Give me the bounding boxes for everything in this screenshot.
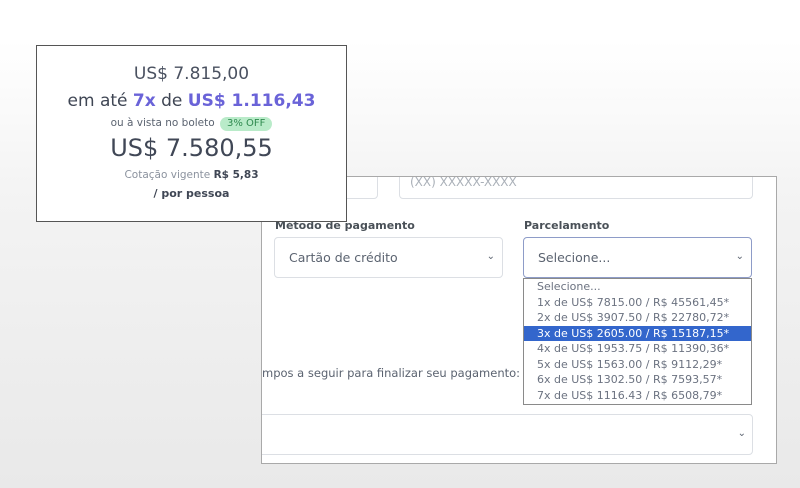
installment-count: 7x [132, 91, 156, 111]
instruction-text: mpos a seguir para finalizar seu pagamen… [262, 366, 521, 380]
dropdown-option[interactable]: Selecione... [524, 279, 751, 295]
installment-prefix: em até [67, 91, 128, 111]
discount-badge: 3% OFF [220, 117, 273, 131]
dropdown-option[interactable]: 7x de US$ 1116.43 / R$ 6508,79* [524, 388, 751, 404]
dropdown-option[interactable]: 4x de US$ 1953.75 / R$ 11390,36* [524, 341, 751, 357]
rate-value: R$ 5,83 [213, 169, 259, 181]
dropdown-option[interactable]: 1x de US$ 7815.00 / R$ 45561,45* [524, 295, 751, 311]
boleto-line: ou à vista no boleto 3% OFF [37, 117, 346, 131]
dropdown-option-highlighted[interactable]: 3x de US$ 2605.00 / R$ 15187,15* [524, 325, 751, 341]
rate-label: Cotação vigente [124, 169, 211, 181]
original-price: US$ 7.815,00 [133, 64, 250, 84]
bottom-select[interactable]: ⌄ [262, 414, 753, 455]
dropdown-option[interactable]: 5x de US$ 1563.00 / R$ 9112,29* [524, 357, 751, 373]
installments-value: Selecione... [538, 250, 611, 265]
installment-line: em até 7x de US$ 1.116,43 [37, 91, 346, 111]
installments-select[interactable]: Selecione... ⌄ [523, 237, 752, 278]
installment-mid: de [161, 91, 183, 111]
installments-label: Parcelamento [524, 219, 610, 232]
price-card: US$ 7.815,00 em até 7x de US$ 1.116,43 o… [36, 45, 347, 222]
chevron-down-icon: ⌄ [735, 251, 744, 262]
exchange-rate-line: Cotação vigente R$ 5,83 [37, 169, 346, 181]
phone-field[interactable]: (XX) XXXXX-XXXX [399, 177, 753, 199]
dropdown-option[interactable]: 2x de US$ 3907.50 / R$ 22780,72* [524, 310, 751, 326]
boleto-text: ou à vista no boleto [110, 117, 215, 129]
per-person-label: / por pessoa [153, 187, 230, 200]
payment-method-value: Cartão de crédito [289, 250, 398, 265]
dropdown-option[interactable]: 6x de US$ 1302.50 / R$ 7593,57* [524, 372, 751, 388]
chevron-down-icon: ⌄ [486, 251, 495, 262]
payment-method-select[interactable]: Cartão de crédito ⌄ [274, 237, 503, 278]
cash-price: US$ 7.580,55 [110, 134, 273, 162]
chevron-down-icon: ⌄ [737, 428, 746, 439]
installments-dropdown-list[interactable]: Selecione... 1x de US$ 7815.00 / R$ 4556… [523, 278, 752, 405]
installment-amount: US$ 1.116,43 [187, 91, 316, 111]
